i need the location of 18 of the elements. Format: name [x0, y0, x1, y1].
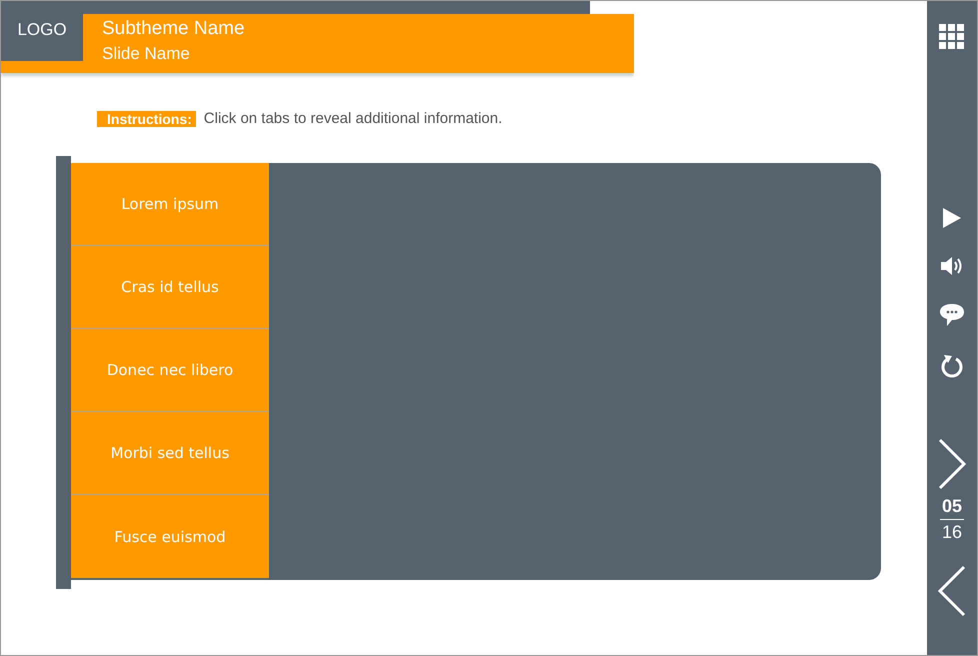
tab[interactable]: Donec nec libero: [71, 329, 269, 412]
current-page: 05: [940, 496, 964, 520]
tab[interactable]: Fusce euismod: [71, 495, 269, 578]
refresh-icon[interactable]: [940, 353, 964, 379]
tab[interactable]: Morbi sed tellus: [71, 412, 269, 495]
speaker-icon[interactable]: [940, 255, 964, 277]
chat-icon[interactable]: [939, 303, 965, 327]
subtheme-name: Subtheme Name: [102, 18, 246, 40]
instructions-label: Instructions:: [97, 110, 196, 126]
menu-icon[interactable]: [939, 24, 965, 50]
tab[interactable]: Cras id tellus: [71, 246, 269, 329]
instructions-text: Click on tabs to reveal additional information.: [204, 110, 502, 127]
tab[interactable]: Lorem ipsum: [71, 163, 269, 246]
play-icon[interactable]: [942, 207, 962, 229]
slide-name: Slide Name: [102, 44, 191, 64]
next-icon[interactable]: [938, 438, 966, 490]
total-pages: 16: [942, 522, 962, 543]
back-icon[interactable]: [938, 565, 966, 617]
